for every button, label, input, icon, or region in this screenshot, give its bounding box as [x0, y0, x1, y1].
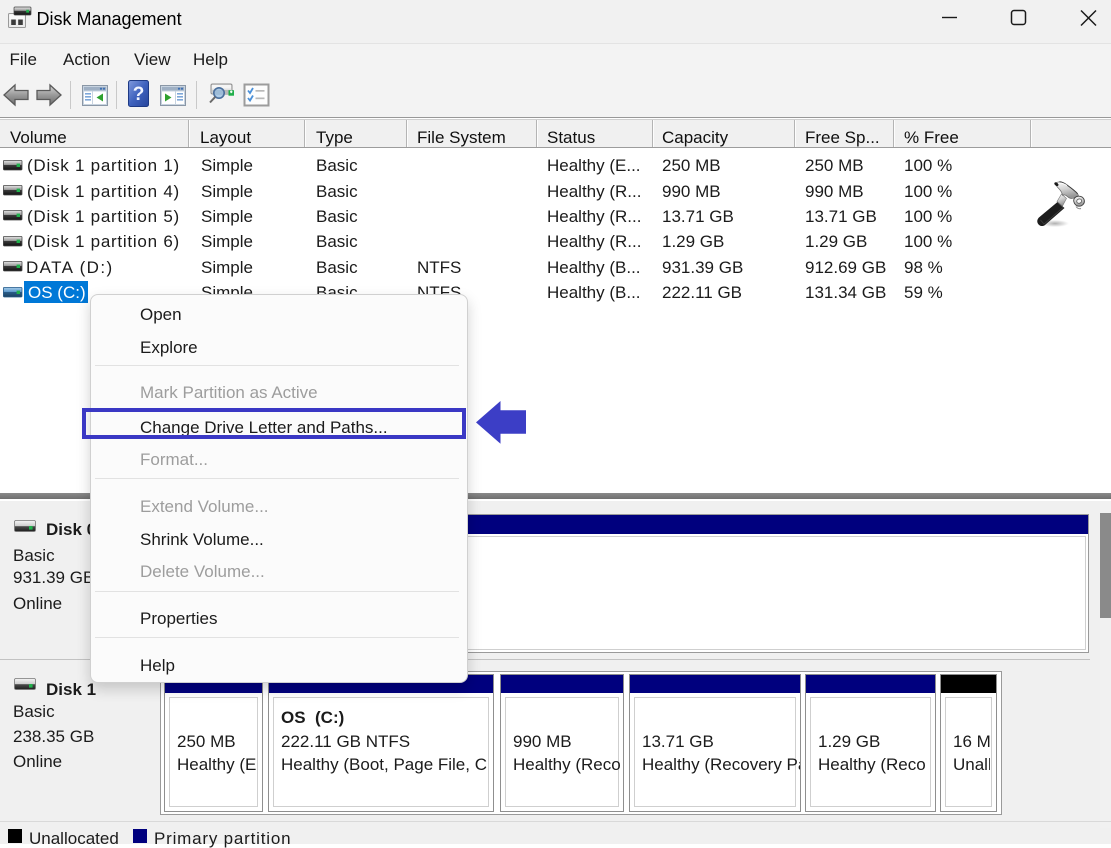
svg-text:?: ? [133, 84, 145, 105]
